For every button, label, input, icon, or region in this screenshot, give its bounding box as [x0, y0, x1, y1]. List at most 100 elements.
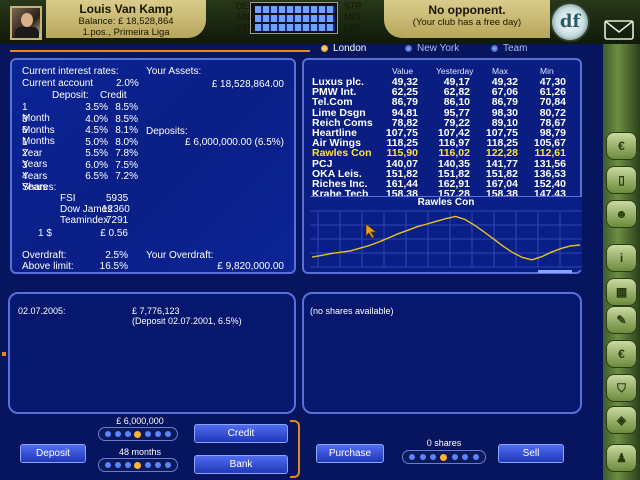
your-overdraft-label: Your Overdraft: [146, 250, 214, 261]
tactics-labels-left: DEF MID STR [210, 0, 254, 36]
current-account-rate: 2.0% [116, 78, 139, 89]
rate-credit: 8.5% [115, 113, 138, 125]
deposits-label: Deposits: [146, 126, 188, 137]
column-header: Value [392, 66, 414, 76]
tactics-meter[interactable] [250, 2, 338, 34]
rate-credit: 8.1% [115, 125, 138, 136]
tactic-bar [255, 15, 335, 22]
opponent-panel: No opponent. (Your club has a free day) [384, 0, 550, 38]
duration-value: 48 months [118, 447, 162, 457]
chart-scrollbar[interactable] [538, 270, 572, 273]
rate-credit: 7.2% [115, 171, 138, 182]
tab-new-york[interactable]: New York [404, 43, 459, 54]
euro-finance-icon[interactable]: € [606, 132, 637, 160]
manager-info-panel: Louis Van Kamp Balance: £ 18,528,864 1.p… [46, 0, 206, 38]
league-position: 1.pos., Primeira Liga [82, 27, 170, 38]
manager-balance: Balance: £ 18,528,864 [78, 16, 174, 27]
radio-dot-icon [320, 44, 329, 53]
transaction-date: 02.07.2005: [18, 306, 66, 316]
rate-deposit: 6.5% [85, 171, 108, 182]
tactics-labels-right: STR MID DEF [344, 0, 384, 36]
right-sidebar: € ▯ ☻ i ▦ ✎ € ⛉ ◈ ♟ [603, 44, 640, 480]
above-limit-label: Above limit: [22, 261, 74, 272]
player-icon[interactable]: ♟ [606, 444, 637, 472]
chart-title: Rawles Con [417, 197, 475, 208]
tactic-bar [255, 24, 335, 31]
amount-value: £ 6,000,000 [116, 416, 164, 426]
opponent-title: No opponent. [428, 3, 506, 17]
credit-column-header: Credit [100, 90, 127, 101]
deposits-value: £ 6,000,000.00 (6.5%) [185, 137, 284, 148]
rate-deposit: 5.5% [85, 148, 108, 159]
phone-icon[interactable]: ▯ [606, 166, 637, 194]
shield-icon[interactable]: ⛉ [606, 374, 637, 402]
tab-team[interactable]: Team [490, 43, 527, 54]
credit-button[interactable]: Credit [194, 424, 288, 443]
tactic-label: MID [344, 12, 361, 22]
tactic-bar [255, 6, 335, 13]
current-account-label: Current account [22, 78, 94, 89]
rate-deposit: 6.0% [85, 159, 108, 171]
tactic-label: DEF [344, 23, 362, 33]
interest-rates-heading: Current interest rates: [22, 66, 119, 77]
purchase-button[interactable]: Purchase [316, 444, 384, 463]
badge-icon[interactable]: ◈ [606, 406, 637, 434]
owned-shares-panel: (no shares available) [302, 292, 582, 414]
game-logo-icon[interactable]: df [550, 2, 590, 42]
stock-chart-svg [310, 210, 582, 268]
shares-stepper[interactable] [402, 450, 486, 464]
rate-deposit: 5.0% [85, 136, 108, 148]
tab-london[interactable]: London [320, 43, 366, 54]
fx-label: 1 $ [38, 228, 52, 239]
tab-label: New York [417, 43, 460, 54]
controls-bracket [290, 420, 300, 478]
above-limit-rate: 16.5% [99, 261, 128, 272]
panel-marker [2, 352, 6, 356]
shares-message: (no shares available) [310, 306, 394, 316]
radio-dot-icon [490, 44, 499, 53]
opponent-subtitle: (Your club has a free day) [412, 17, 522, 28]
cursor-arrow-icon [365, 223, 378, 243]
shares-count: 0 shares [426, 438, 462, 448]
notes-icon[interactable]: ✎ [606, 306, 637, 334]
transactions-panel: 02.07.2005: £ 7,776,123 (Deposit 02.07.2… [8, 292, 296, 414]
info-icon[interactable]: i [606, 244, 637, 272]
calendar-icon[interactable]: ▦ [606, 278, 637, 306]
money-icon[interactable]: € [606, 340, 637, 368]
rate-credit: 8.0% [115, 136, 138, 148]
tactic-label: DEF [236, 1, 254, 11]
rate-credit: 7.8% [115, 148, 138, 159]
index-value: 7291 [106, 215, 129, 226]
rate-deposit: 3.5% [85, 102, 108, 113]
tab-label: Team [503, 43, 528, 54]
tactic-label: STR [236, 23, 254, 33]
fx-value: £ 0.56 [100, 228, 128, 239]
tab-label: London [333, 43, 367, 54]
rate-deposit: 4.0% [85, 113, 108, 125]
manager-name: Louis Van Kamp [79, 2, 173, 16]
deposit-button[interactable]: Deposit [20, 444, 86, 463]
tactic-label: STR [344, 1, 362, 11]
mail-icon[interactable] [604, 20, 634, 40]
rate-deposit: 4.5% [85, 125, 108, 136]
radio-dot-icon [404, 44, 413, 53]
your-overdraft-value: £ 9,820,000.00 [217, 261, 284, 272]
overdraft-label: Overdraft: [22, 250, 67, 261]
users-icon[interactable]: ☻ [606, 200, 637, 228]
duration-stepper[interactable] [98, 458, 178, 472]
bank-button[interactable]: Bank [194, 455, 288, 474]
amount-stepper[interactable] [98, 427, 178, 441]
assets-value: £ 18,528,864.00 [211, 79, 284, 90]
sell-button[interactable]: Sell [498, 444, 564, 463]
manager-avatar[interactable] [10, 6, 42, 40]
rate-credit: 7.5% [115, 159, 138, 171]
deposit-column-header: Deposit: [52, 90, 89, 101]
column-header: Yesterday [436, 66, 474, 76]
index-value: 5935 [106, 193, 129, 204]
location-divider [10, 50, 310, 52]
shares-heading: Shares: [22, 182, 57, 193]
overdraft-rate: 2.5% [105, 250, 128, 261]
index-name: FSI [60, 193, 76, 204]
column-header: Min [540, 66, 554, 76]
rate-credit: 8.5% [115, 102, 138, 113]
